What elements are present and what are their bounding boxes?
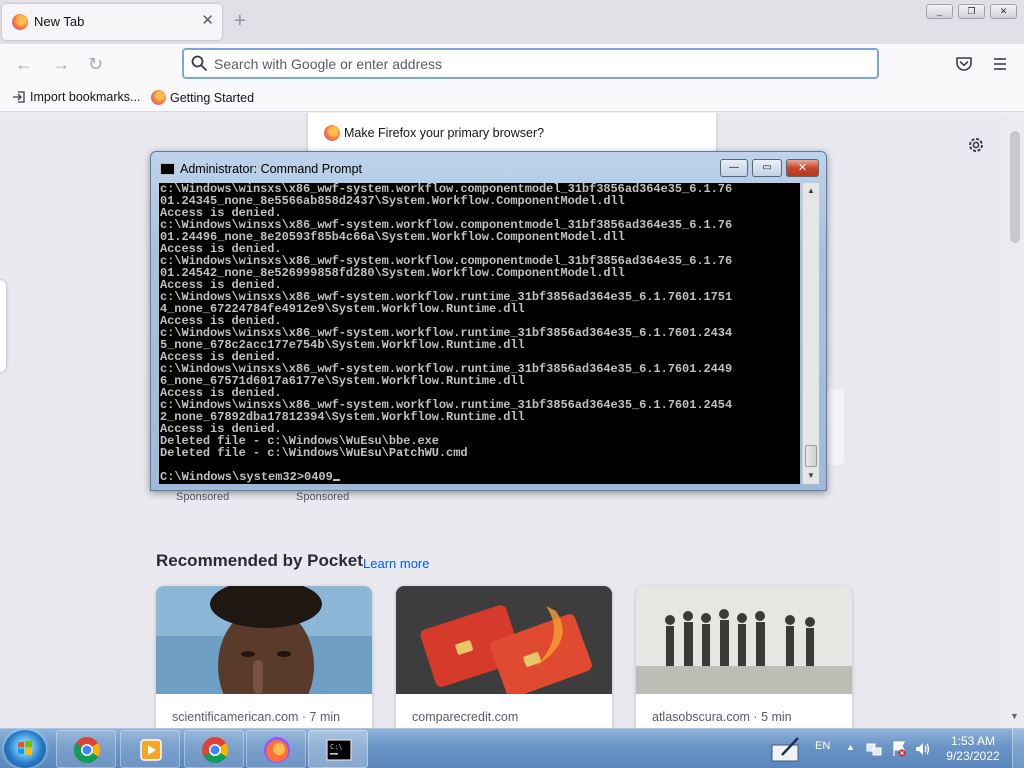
- default-browser-prompt: Make Firefox your primary browser?: [308, 113, 716, 156]
- console-scrollbar[interactable]: ▲ ▼: [802, 183, 819, 484]
- firefox-icon: [12, 14, 28, 30]
- close-button[interactable]: ✕: [990, 4, 1017, 19]
- console-prompt: C:\Windows\system32>0409: [160, 470, 333, 484]
- scroll-down-icon[interactable]: ▼: [807, 471, 815, 480]
- bookmarks-toolbar: Import bookmarks... Getting Started: [0, 86, 1024, 112]
- reload-button[interactable]: ↻: [88, 54, 103, 74]
- console-lines: c:\Windows\winsxs\x86_wwf-system.workflo…: [160, 183, 732, 459]
- show-desktop-button[interactable]: [1012, 729, 1024, 768]
- firefox-icon: [264, 737, 290, 763]
- forward-button[interactable]: →: [52, 54, 70, 74]
- system-clock[interactable]: 1:53 AM 9/23/2022: [940, 734, 1006, 764]
- clock-date: 9/23/2022: [946, 749, 1000, 763]
- command-prompt-window[interactable]: Administrator: Command Prompt — ▭ ✕ c:\W…: [150, 151, 827, 491]
- svg-text:C:\: C:\: [330, 743, 343, 751]
- chrome-icon: [73, 737, 101, 764]
- menu-icon[interactable]: [990, 54, 1010, 74]
- story-source: comparecredit.com: [412, 710, 519, 724]
- page-scrollbar[interactable]: ▼: [1006, 113, 1024, 728]
- story-source: scientificamerican.com · 7 min: [172, 710, 341, 724]
- taskbar-item-chrome[interactable]: [184, 730, 244, 768]
- story-image: [396, 586, 612, 698]
- windows-logo-icon: [18, 740, 32, 756]
- gear-icon[interactable]: [966, 135, 986, 155]
- cmd-icon: C:\: [326, 739, 352, 761]
- back-button[interactable]: ←: [15, 54, 33, 74]
- url-input[interactable]: [214, 54, 854, 74]
- tab-bar: New Tab ✕ + _ ❐ ✕: [0, 0, 1024, 44]
- start-button[interactable]: [4, 730, 46, 768]
- bookmark-label: Import bookmarks...: [30, 90, 141, 104]
- shortcut-card-edge: [826, 389, 844, 465]
- console-output[interactable]: c:\Windows\winsxs\x86_wwf-system.workflo…: [159, 183, 800, 484]
- bookmark-getting-started[interactable]: Getting Started: [151, 90, 254, 105]
- pocket-card[interactable]: scientificamerican.com · 7 min: [156, 586, 372, 728]
- pocket-heading: Recommended by Pocket: [156, 551, 363, 570]
- shortcut-card-edge: [0, 280, 6, 372]
- learn-more-link[interactable]: Learn more: [363, 556, 429, 571]
- sponsored-label: Sponsored: [296, 491, 350, 503]
- clock-time: 1:53 AM: [950, 734, 996, 748]
- pen-input-icon[interactable]: [770, 735, 802, 763]
- show-hidden-icons[interactable]: ▲: [846, 742, 855, 752]
- text-cursor: [332, 479, 340, 481]
- tab-new-tab[interactable]: New Tab ✕: [2, 4, 222, 40]
- minimize-button[interactable]: _: [926, 4, 953, 19]
- pocket-icon[interactable]: [954, 54, 974, 74]
- url-bar[interactable]: [182, 48, 879, 79]
- window-title: Administrator: Command Prompt: [180, 162, 363, 176]
- import-icon: [13, 91, 25, 103]
- action-center-icon[interactable]: [891, 740, 907, 758]
- restore-button[interactable]: ❐: [958, 4, 985, 19]
- cmd-icon: [160, 163, 175, 175]
- cmd-minimize-button[interactable]: —: [720, 159, 748, 177]
- firefox-icon: [324, 125, 340, 141]
- tab-close-icon[interactable]: ✕: [201, 12, 214, 30]
- console-line: Deleted file - c:\Windows\WuEsu\PatchWU.…: [160, 446, 468, 460]
- chrome-icon: [202, 737, 229, 764]
- bookmark-import[interactable]: Import bookmarks...: [12, 90, 140, 104]
- taskbar-item-firefox[interactable]: [246, 730, 306, 768]
- story-source: atlasobscura.com · 5 min: [652, 710, 792, 724]
- taskbar-item-command-prompt[interactable]: C:\: [308, 730, 368, 768]
- firefox-icon: [151, 90, 166, 105]
- tab-title: New Tab: [34, 14, 85, 29]
- story-image: [636, 586, 852, 694]
- scroll-thumb[interactable]: [805, 445, 817, 467]
- scroll-down-icon[interactable]: ▼: [1010, 711, 1019, 721]
- story-image: [156, 586, 372, 726]
- sponsored-label: Sponsored: [176, 491, 230, 503]
- pocket-card[interactable]: atlasobscura.com · 5 min: [636, 586, 852, 728]
- bookmark-label: Getting Started: [170, 90, 255, 105]
- promo-text: Make Firefox your primary browser?: [344, 126, 545, 140]
- volume-icon[interactable]: [914, 741, 932, 757]
- cmd-close-button[interactable]: ✕: [786, 159, 819, 177]
- new-tab-button[interactable]: +: [234, 10, 246, 32]
- search-icon: [191, 55, 207, 71]
- network-icon[interactable]: [866, 741, 882, 757]
- taskbar-item-media-player[interactable]: [120, 730, 180, 768]
- console-prompt-line[interactable]: C:\Windows\system32>0409: [160, 471, 340, 483]
- language-indicator[interactable]: EN: [815, 740, 830, 752]
- cmd-maximize-button[interactable]: ▭: [752, 159, 782, 177]
- pocket-card[interactable]: comparecredit.com: [396, 586, 612, 728]
- media-icon: [140, 739, 162, 761]
- scroll-up-icon[interactable]: ▲: [807, 186, 815, 195]
- taskbar: C:\ EN ▲ 1:53 AM 9/23/2022: [0, 728, 1024, 768]
- taskbar-item-chrome-pinned[interactable]: [56, 730, 116, 768]
- scroll-thumb[interactable]: [1010, 131, 1020, 243]
- nav-bar: ← → ↻: [0, 44, 1024, 86]
